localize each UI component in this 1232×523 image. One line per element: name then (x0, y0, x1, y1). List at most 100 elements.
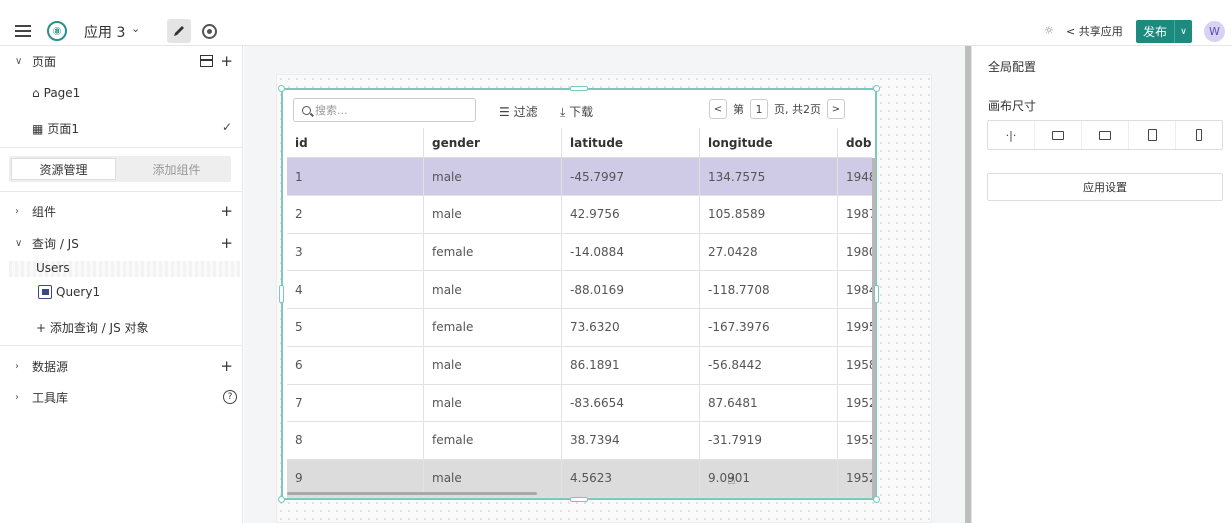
users-group[interactable]: Users (9, 261, 240, 277)
table-cell[interactable]: male (424, 195, 562, 233)
avatar[interactable]: W (1204, 21, 1225, 42)
table-cell[interactable]: 38.7394 (562, 421, 700, 459)
table-cell[interactable]: 134.7575 (700, 158, 838, 195)
add-datasource-icon[interactable]: + (220, 357, 233, 375)
components-section[interactable]: › 组件 + (0, 202, 243, 220)
add-query-button[interactable]: + 添加查询 / JS 对象 (36, 319, 149, 336)
table-cell[interactable]: 4.5623 (562, 459, 700, 497)
tablet-landscape-option[interactable] (1082, 121, 1129, 149)
tablet-portrait-option[interactable] (1129, 121, 1176, 149)
table-horizontal-scrollbar[interactable] (287, 492, 537, 495)
preview-button[interactable] (200, 22, 218, 40)
table-row[interactable]: 8female38.7394-31.79191955 (287, 421, 872, 460)
filter-button[interactable]: ☰ 过滤 (499, 103, 538, 120)
add-component-icon[interactable]: + (220, 202, 233, 220)
table-cell[interactable]: female (424, 308, 562, 346)
column-header[interactable]: longitude (700, 128, 838, 157)
table-cell[interactable]: 87.6481 (700, 384, 838, 422)
table-cell[interactable]: 1955 (838, 422, 872, 459)
page-item-page1[interactable]: ⌂ Page1 (32, 86, 80, 100)
table-cell[interactable]: 42.9756 (562, 195, 700, 233)
layout-icon[interactable] (200, 55, 213, 67)
app-name[interactable]: 应用 3 (84, 22, 125, 42)
publish-button[interactable]: 发布 ∨ (1136, 20, 1192, 43)
resize-handle[interactable] (873, 496, 880, 503)
table-cell[interactable]: 4 (287, 271, 424, 309)
table-cell[interactable]: 3 (287, 233, 424, 271)
share-app-button[interactable]: < 共享应用 (1066, 23, 1123, 39)
table-search-input[interactable]: 搜索... (293, 98, 476, 122)
table-row[interactable]: 2male42.9756105.85891987 (287, 195, 872, 234)
chevron-down-icon[interactable]: ∨ (1174, 20, 1192, 43)
desktop-option[interactable] (1035, 121, 1082, 149)
app-settings-button[interactable]: 应用设置 (987, 173, 1223, 201)
hamburger-menu-icon[interactable] (14, 22, 32, 40)
resize-handle[interactable] (570, 497, 588, 502)
resize-handle[interactable] (570, 86, 588, 91)
table-row[interactable]: 6male86.1891-56.84421958 (287, 346, 872, 385)
query-item-query1[interactable]: Query1 (38, 285, 100, 299)
table-cell[interactable]: 2 (287, 195, 424, 233)
column-header[interactable]: id (287, 128, 424, 157)
table-cell[interactable]: male (424, 271, 562, 309)
table-cell[interactable]: male (424, 346, 562, 384)
resize-handle[interactable] (279, 285, 284, 303)
prev-page-button[interactable]: < (709, 99, 727, 119)
table-cell[interactable]: -45.7997 (562, 158, 700, 195)
table-row[interactable]: 7male-83.665487.64811952 (287, 384, 872, 423)
queries-section[interactable]: ∨ 查询 / JS + (0, 234, 243, 252)
table-row[interactable]: 4male-88.0169-118.77081984 (287, 271, 872, 310)
table-widget[interactable]: 搜索... ☰ 过滤 ⤓ 下载 < 第 1 页, 共2页 > id gender… (281, 88, 877, 500)
resize-handle[interactable] (873, 85, 880, 92)
resize-handle[interactable] (278, 496, 285, 503)
table-cell[interactable]: 73.6320 (562, 308, 700, 346)
table-cell[interactable]: 27.0428 (700, 233, 838, 271)
table-cell[interactable]: 1980 (838, 233, 872, 270)
table-cell[interactable]: 6 (287, 346, 424, 384)
table-vertical-scrollbar[interactable] (872, 158, 876, 498)
theme-icon[interactable]: ☼ (1044, 24, 1054, 37)
table-cell[interactable]: 1987 (838, 196, 872, 233)
table-cell[interactable]: -167.3976 (700, 308, 838, 346)
table-cell[interactable]: 1995 (838, 309, 872, 346)
table-cell[interactable]: 1958 (838, 347, 872, 384)
chevron-down-icon[interactable]: ⌄ (131, 22, 140, 35)
table-cell[interactable]: -56.8442 (700, 346, 838, 384)
table-cell[interactable]: -14.0884 (562, 233, 700, 271)
table-cell[interactable]: -83.6654 (562, 384, 700, 422)
edit-mode-button[interactable] (167, 19, 191, 43)
tab-add-component[interactable]: 添加组件 (124, 158, 229, 180)
table-cell[interactable]: 5 (287, 308, 424, 346)
add-query-icon[interactable]: + (220, 234, 233, 252)
table-cell[interactable]: 86.1891 (562, 346, 700, 384)
table-cell[interactable]: female (424, 233, 562, 271)
table-cell[interactable]: 1984 (838, 271, 872, 308)
page-item-page-1[interactable]: ▦ 页面1 (32, 120, 79, 137)
table-row[interactable]: 5female73.6320-167.39761995 (287, 308, 872, 347)
table-row[interactable]: 1male-45.7997134.75751948 (287, 158, 872, 196)
help-icon[interactable]: ? (223, 390, 237, 404)
column-header[interactable]: gender (424, 128, 562, 157)
table-cell[interactable]: 1952 (838, 384, 872, 421)
table-cell[interactable]: 1948 (838, 158, 872, 195)
table-row[interactable]: 3female-14.088427.04281980 (287, 233, 872, 272)
table-cell[interactable]: 9.0901 (700, 459, 838, 497)
table-cell[interactable]: 8 (287, 421, 424, 459)
table-cell[interactable]: -118.7708 (700, 271, 838, 309)
column-header[interactable]: dob (838, 128, 872, 157)
table-cell[interactable]: female (424, 421, 562, 459)
tab-resources[interactable]: 资源管理 (11, 158, 116, 180)
pages-section-header[interactable]: ∨ 页面 + (0, 52, 243, 70)
resize-handle[interactable] (874, 285, 879, 303)
datasource-section[interactable]: › 数据源 + (0, 357, 243, 375)
table-cell[interactable]: 7 (287, 384, 424, 422)
resize-handle[interactable] (278, 85, 285, 92)
table-cell[interactable]: 1 (287, 158, 424, 195)
toolkit-section[interactable]: › 工具库 ? (0, 388, 243, 406)
table-cell[interactable]: -31.7919 (700, 421, 838, 459)
table-cell[interactable]: male (424, 384, 562, 422)
table-cell[interactable]: 1952 (838, 460, 872, 497)
download-button[interactable]: ⤓ 下载 (560, 103, 593, 120)
auto-width-option[interactable]: ·|· (988, 121, 1035, 149)
page-number-input[interactable]: 1 (750, 99, 768, 119)
